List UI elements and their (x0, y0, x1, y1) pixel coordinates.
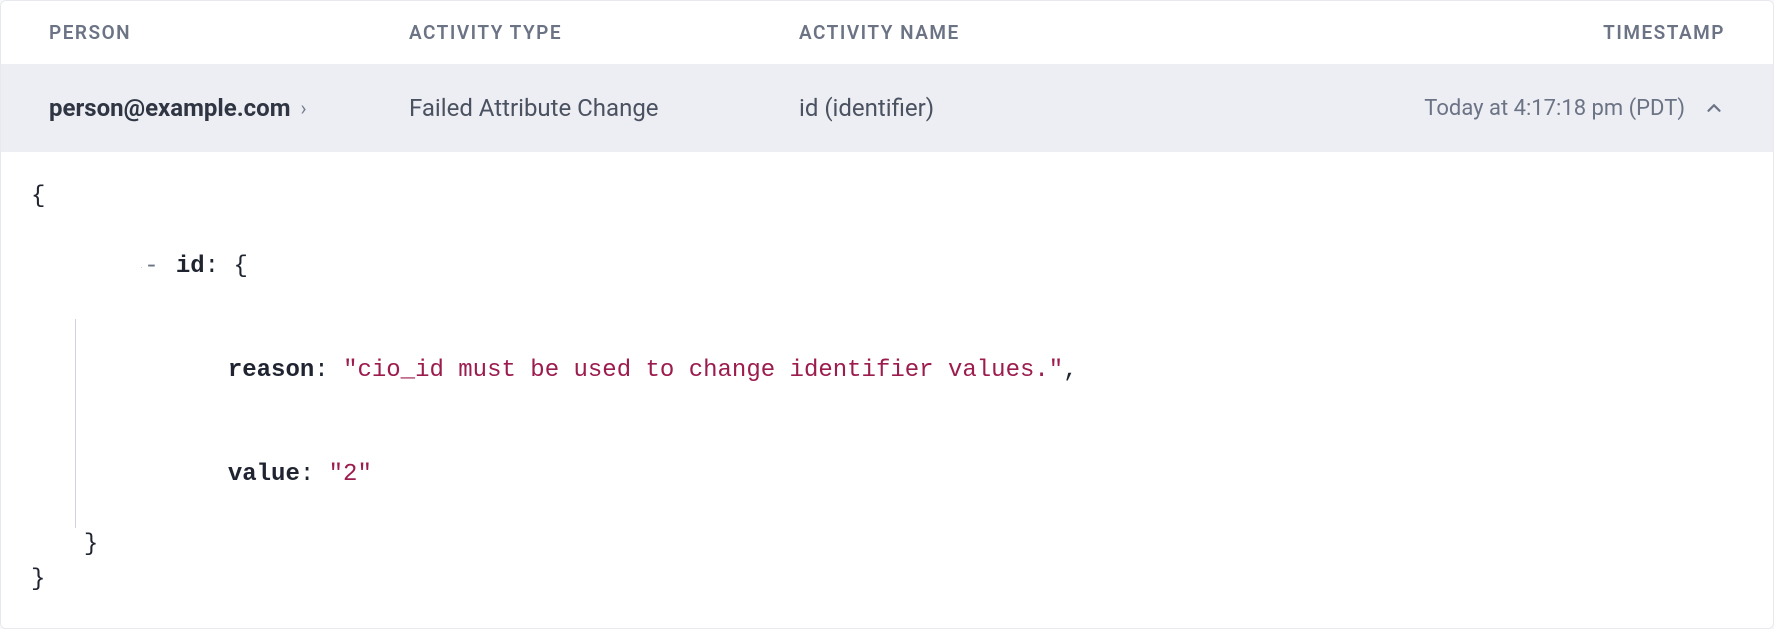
json-key-value: value (228, 461, 300, 488)
activity-row[interactable]: person@example.com › Failed Attribute Ch… (1, 64, 1773, 152)
cell-timestamp[interactable]: Today at 4:17:18 pm (PDT) (1365, 96, 1725, 121)
timestamp-text: Today at 4:17:18 pm (PDT) (1424, 96, 1685, 121)
cell-activity-name: id (identifier) (799, 94, 1365, 122)
json-value-reason: "cio_id must be used to change identifie… (343, 357, 1063, 384)
json-value-value: "2" (329, 461, 372, 488)
person-email[interactable]: person@example.com (49, 94, 291, 122)
json-inner-brace-close: } (84, 531, 98, 558)
json-brace-open: { (31, 183, 45, 210)
header-activity-type: Activity Type (409, 21, 799, 44)
header-person: Person (49, 21, 409, 44)
activity-log-panel: Person Activity Type Activity Name Times… (0, 0, 1774, 629)
table-header-row: Person Activity Type Activity Name Times… (1, 1, 1773, 64)
chevron-right-icon: › (301, 96, 307, 120)
json-key-reason: reason (228, 357, 314, 384)
json-collapse-toggle[interactable]: - (141, 250, 161, 285)
cell-activity-type: Failed Attribute Change (409, 94, 799, 122)
json-brace-close: } (31, 566, 45, 593)
json-key-id: id (176, 253, 205, 280)
chevron-up-icon[interactable] (1703, 97, 1725, 119)
header-timestamp: Timestamp (1365, 21, 1725, 44)
activity-details-json: { - id: { reason: "cio_id must be used t… (1, 152, 1773, 628)
cell-person[interactable]: person@example.com › (49, 94, 409, 122)
header-activity-name: Activity Name (799, 21, 1365, 44)
